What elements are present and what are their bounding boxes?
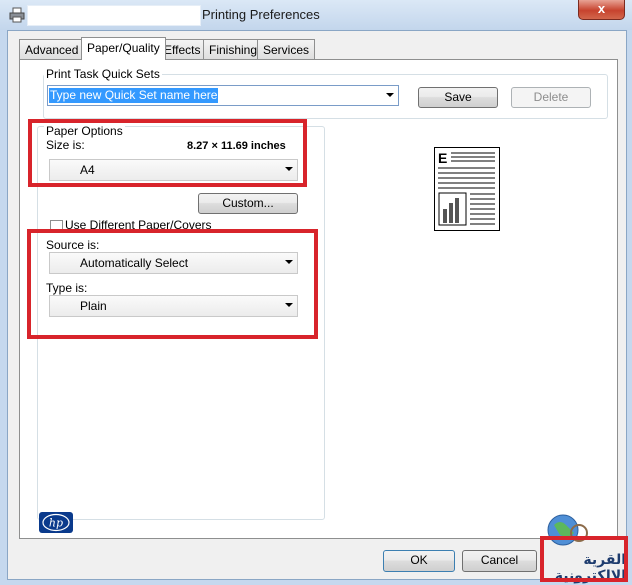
hp-logo-text: hp — [49, 517, 63, 530]
tab-finishing[interactable]: Finishing — [203, 39, 264, 59]
tab-services[interactable]: Services — [257, 39, 316, 59]
delete-button[interactable]: Delete — [511, 87, 591, 108]
title-bar: Printing Preferences x — [0, 0, 632, 30]
highlight-source-type — [27, 229, 318, 339]
quick-set-name-input[interactable]: Type new Quick Set name here — [49, 88, 219, 103]
quick-set-name-combo[interactable]: Type new Quick Set name here — [47, 85, 399, 106]
close-button[interactable]: x — [578, 0, 625, 20]
tab-advanced[interactable]: Advanced — [19, 39, 85, 59]
highlight-watermark — [540, 536, 628, 582]
preview-letter: E — [438, 150, 447, 166]
close-icon: x — [597, 1, 606, 16]
custom-button[interactable]: Custom... — [198, 193, 298, 214]
ok-button[interactable]: OK — [383, 550, 455, 572]
tab-paper-quality[interactable]: Paper/Quality — [81, 37, 166, 60]
highlight-paper-size — [28, 119, 307, 187]
quick-sets-label: Print Task Quick Sets — [44, 67, 162, 81]
printer-icon — [9, 7, 25, 23]
window-title: Printing Preferences — [202, 7, 320, 22]
hp-logo: hp — [39, 512, 73, 533]
chevron-down-icon[interactable] — [386, 93, 394, 97]
title-filler — [27, 5, 201, 26]
save-button[interactable]: Save — [418, 87, 498, 108]
document-preview-icon: E — [434, 147, 500, 231]
